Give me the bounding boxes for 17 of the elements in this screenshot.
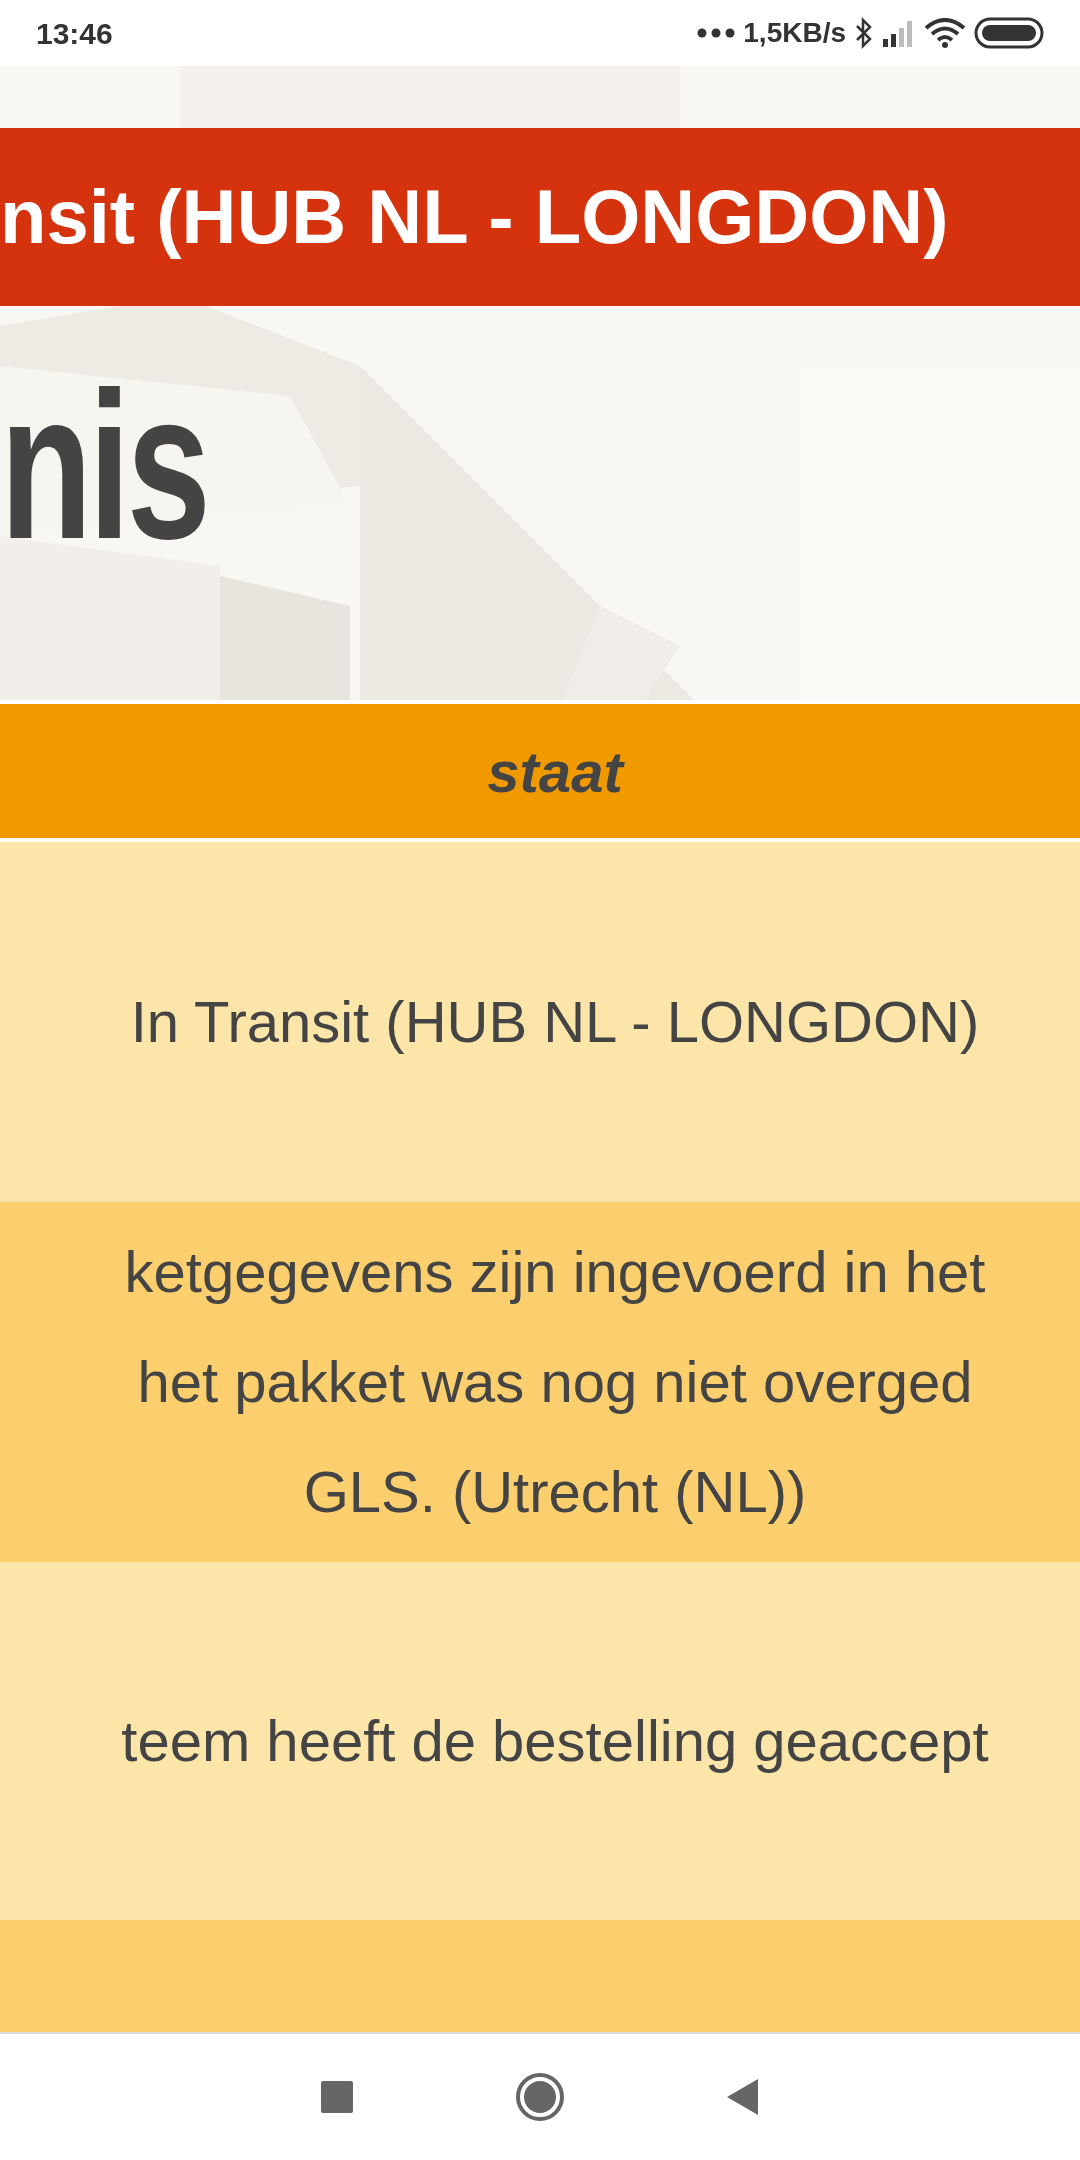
clock-time: 13:46	[36, 15, 113, 52]
more-icon	[697, 28, 736, 38]
page-heading: nis	[0, 361, 208, 571]
wifi-icon	[924, 18, 966, 48]
status-text: ketgegevens zijn ingevoerd in het	[123, 1238, 986, 1306]
network-speed: 1,5KB/s	[743, 16, 846, 50]
back-button[interactable]	[725, 2078, 760, 2116]
home-button[interactable]	[515, 2072, 565, 2122]
status-text: GLS. (Utrecht (NL))	[302, 1458, 807, 1526]
column-header: staat	[486, 737, 623, 806]
status-text: het pakket was nog niet overged	[136, 1348, 973, 1416]
battery-icon	[974, 17, 1044, 49]
status-text: teem heeft de bestelling geaccept	[120, 1707, 989, 1775]
bluetooth-icon	[854, 17, 874, 49]
status-text: In Transit (HUB NL - LONGDON)	[129, 988, 980, 1056]
recent-apps-button[interactable]	[320, 2080, 355, 2114]
title-banner: nsit (HUB NL - LONGDON)	[0, 128, 1080, 306]
